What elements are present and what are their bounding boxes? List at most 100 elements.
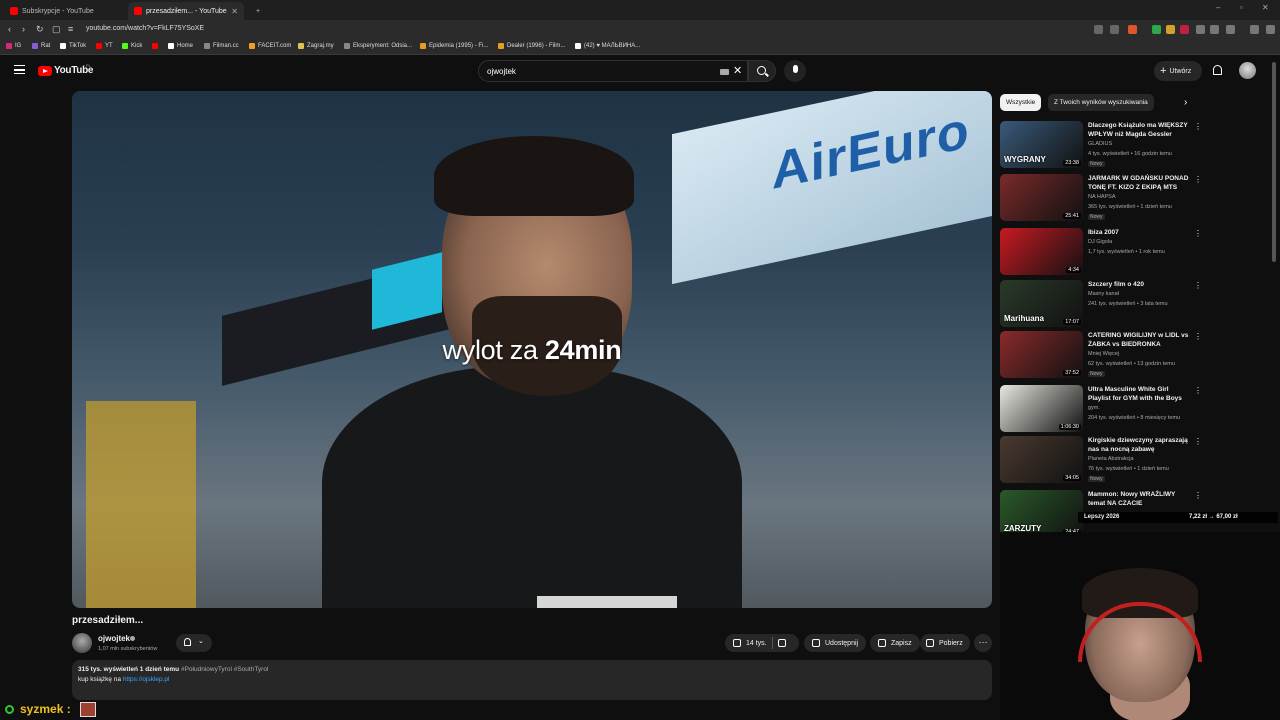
hashtags[interactable]: #PołudniowyTyrol #SouthTyrol — [179, 666, 268, 673]
search-button[interactable] — [748, 60, 776, 82]
description-box[interactable]: 315 tys. wyświetleń 1 dzień temu #Połudn… — [72, 660, 992, 700]
bookmark-item[interactable]: TikTok — [60, 43, 86, 49]
recommended-channel-name[interactable]: Mniej Więcej — [1088, 351, 1119, 357]
recommended-video-title[interactable]: JARMARK W GDAŃSKU PONAD TONĘ FT. KIZO Z … — [1088, 174, 1192, 192]
recommended-video-title[interactable]: Ibiza 2007 — [1088, 228, 1192, 237]
forward-icon[interactable]: › — [22, 24, 25, 34]
bookmark-item[interactable]: Rat — [32, 43, 50, 49]
tab-current-video[interactable]: przesadziłem... - YouTube ✕ — [128, 2, 244, 20]
reload-icon[interactable]: ↻ — [36, 24, 44, 35]
recommended-channel-name[interactable]: DJ Gigola — [1088, 239, 1112, 245]
recommended-channel-name[interactable]: Planeta Abstrakcja — [1088, 456, 1134, 462]
bookmark-item[interactable] — [152, 43, 158, 49]
clear-search-icon[interactable]: ✕ — [733, 64, 742, 77]
thumbs-up-icon[interactable] — [733, 639, 741, 647]
recommended-video[interactable]: 25:41 JARMARK W GDAŃSKU PONAD TONĘ FT. KI… — [1000, 174, 1202, 224]
media-icon[interactable] — [1250, 25, 1259, 34]
extension-icon[interactable] — [1152, 25, 1161, 34]
scrollbar[interactable] — [1272, 62, 1276, 262]
video-thumbnail[interactable]: 37:52 — [1000, 331, 1083, 378]
new-tab-button[interactable]: + — [250, 2, 266, 20]
recommended-video[interactable]: 37:52 CATERING WIGILIJNY w LIDL vs ŻABKA … — [1000, 331, 1202, 381]
more-options-icon[interactable]: ⋮ — [1194, 386, 1202, 395]
notifications-bell-icon[interactable] — [1213, 65, 1222, 75]
video-thumbnail[interactable]: 4:34 — [1000, 228, 1083, 275]
brave-shield-icon[interactable] — [1128, 25, 1137, 34]
channel-name[interactable]: ojwojtek — [98, 634, 130, 643]
url-field[interactable]: youtube.com/watch?v=FkLF75YSoXE — [86, 25, 204, 32]
site-info-icon[interactable]: ≡ — [68, 24, 73, 34]
extension-icon[interactable] — [1094, 25, 1103, 34]
browser-menu-icon[interactable] — [1266, 25, 1275, 34]
bookmark-item[interactable]: Kick — [122, 43, 142, 49]
bookmark-item[interactable]: Epidemia (1995) - Fi... — [420, 43, 488, 49]
chip-all[interactable]: Wszystkie — [1000, 94, 1042, 111]
share-button[interactable]: Udostępnij — [804, 634, 867, 652]
close-tab-icon[interactable]: ✕ — [231, 7, 238, 16]
bookmark-item[interactable]: Eksperyment: Odsia... — [344, 43, 412, 49]
recommended-video[interactable]: 1:06:30 Ultra Masculine White Girl Playli… — [1000, 385, 1202, 435]
shop-link[interactable]: https://ojsklep.pl — [123, 676, 170, 683]
thumbs-down-icon[interactable] — [777, 639, 786, 647]
link-icon[interactable] — [1226, 25, 1235, 34]
recommended-video[interactable]: 34:05 Kirgiskie dziewczyny zapraszają nas… — [1000, 436, 1202, 486]
more-options-icon[interactable]: ⋮ — [1194, 437, 1202, 446]
bookmark-item[interactable]: (42) ♥ МАЛЬВИНА... — [575, 43, 640, 49]
video-thumbnail[interactable]: 1:06:30 — [1000, 385, 1083, 432]
video-thumbnail[interactable]: 25:41 — [1000, 174, 1083, 221]
bookmark-item[interactable]: Home — [168, 43, 193, 49]
video-player[interactable]: AirEuro wylot za 24min — [72, 91, 992, 608]
bookmark-item[interactable]: YT — [96, 43, 113, 49]
create-button[interactable]: + Utwórz — [1154, 61, 1202, 81]
search-input[interactable]: ojwojtek ✕ — [478, 60, 748, 82]
more-actions-button[interactable]: ⋯ — [974, 634, 992, 652]
video-thumbnail[interactable]: WYGRANY 23:38 — [1000, 121, 1083, 168]
recommended-video-title[interactable]: Ultra Masculine White Girl Playlist for … — [1088, 385, 1192, 403]
extension-icon[interactable] — [1180, 25, 1189, 34]
recommended-video-title[interactable]: Kirgiskie dziewczyny zapraszają nas na n… — [1088, 436, 1192, 454]
keyboard-icon[interactable] — [720, 69, 729, 75]
video-thumbnail[interactable]: Marihuana 17:07 — [1000, 280, 1083, 327]
youtube-logo-icon[interactable] — [38, 66, 52, 76]
extension-icon[interactable] — [1166, 25, 1175, 34]
more-options-icon[interactable]: ⋮ — [1194, 332, 1202, 341]
video-thumbnail[interactable]: ZARZUTY24:47 — [1000, 490, 1083, 537]
bookmark-item[interactable]: Dealer (1996) - Film... — [498, 43, 565, 49]
back-icon[interactable]: ‹ — [8, 24, 11, 34]
chevron-right-icon[interactable]: › — [1184, 97, 1187, 108]
subscription-bell-button[interactable]: ⌄ — [176, 634, 212, 652]
more-options-icon[interactable]: ⋮ — [1194, 491, 1202, 500]
recommended-video-title[interactable]: Szczery film o 420 — [1088, 280, 1192, 289]
bookmark-page-icon[interactable]: ▢ — [52, 24, 61, 35]
account-avatar[interactable] — [1239, 62, 1256, 79]
more-options-icon[interactable]: ⋮ — [1194, 122, 1202, 131]
bookmark-item[interactable]: IG — [6, 43, 21, 49]
maximize-button[interactable]: ▫ — [1240, 3, 1243, 12]
share-page-icon[interactable] — [1110, 25, 1119, 34]
recommended-video-title[interactable]: CATERING WIGILIJNY w LIDL vs ŻABKA vs BI… — [1088, 331, 1192, 349]
chip-from-search[interactable]: Z Twoich wyników wyszukiwania — [1048, 94, 1154, 111]
bookmark-item[interactable]: Zagraj.my — [298, 43, 334, 49]
recommended-channel-name[interactable]: Masny kanał — [1088, 291, 1119, 297]
video-thumbnail[interactable]: 34:05 — [1000, 436, 1083, 483]
voice-search-icon[interactable] — [784, 60, 806, 82]
bookmark-item[interactable]: FACEIT.com — [249, 43, 291, 49]
save-button[interactable]: Zapisz — [870, 634, 920, 652]
recommended-channel-name[interactable]: GLADIUS — [1088, 141, 1112, 147]
recommended-video-title[interactable]: Dlaczego Książulo ma WIĘKSZY WPŁYW niż M… — [1088, 121, 1192, 139]
download-icon[interactable] — [1210, 25, 1219, 34]
channel-avatar[interactable] — [72, 633, 92, 653]
like-count[interactable]: 14 tys. — [746, 640, 767, 647]
recommended-video[interactable]: WYGRANY 23:38 Dlaczego Książulo ma WIĘKSZY… — [1000, 121, 1202, 171]
recommended-channel-name[interactable]: NA HAPSA — [1088, 194, 1116, 200]
more-options-icon[interactable]: ⋮ — [1194, 175, 1202, 184]
recommended-channel-name[interactable]: gym. — [1088, 405, 1100, 411]
recommended-video[interactable]: Marihuana 17:07 Szczery film o 420 Masny ka… — [1000, 280, 1202, 330]
download-button[interactable]: Pobierz — [920, 634, 970, 652]
minimize-button[interactable]: – — [1216, 3, 1220, 12]
bookmark-item[interactable]: Filman.cc — [204, 43, 239, 49]
recommended-video-title[interactable]: Mammon: Nowy WRAŻLIWY temat NA CZACIE — [1088, 490, 1192, 508]
tab-subscriptions[interactable]: Subskrypcje - YouTube — [4, 2, 126, 20]
extensions-menu-icon[interactable] — [1196, 25, 1205, 34]
hamburger-menu-icon[interactable] — [14, 65, 25, 74]
